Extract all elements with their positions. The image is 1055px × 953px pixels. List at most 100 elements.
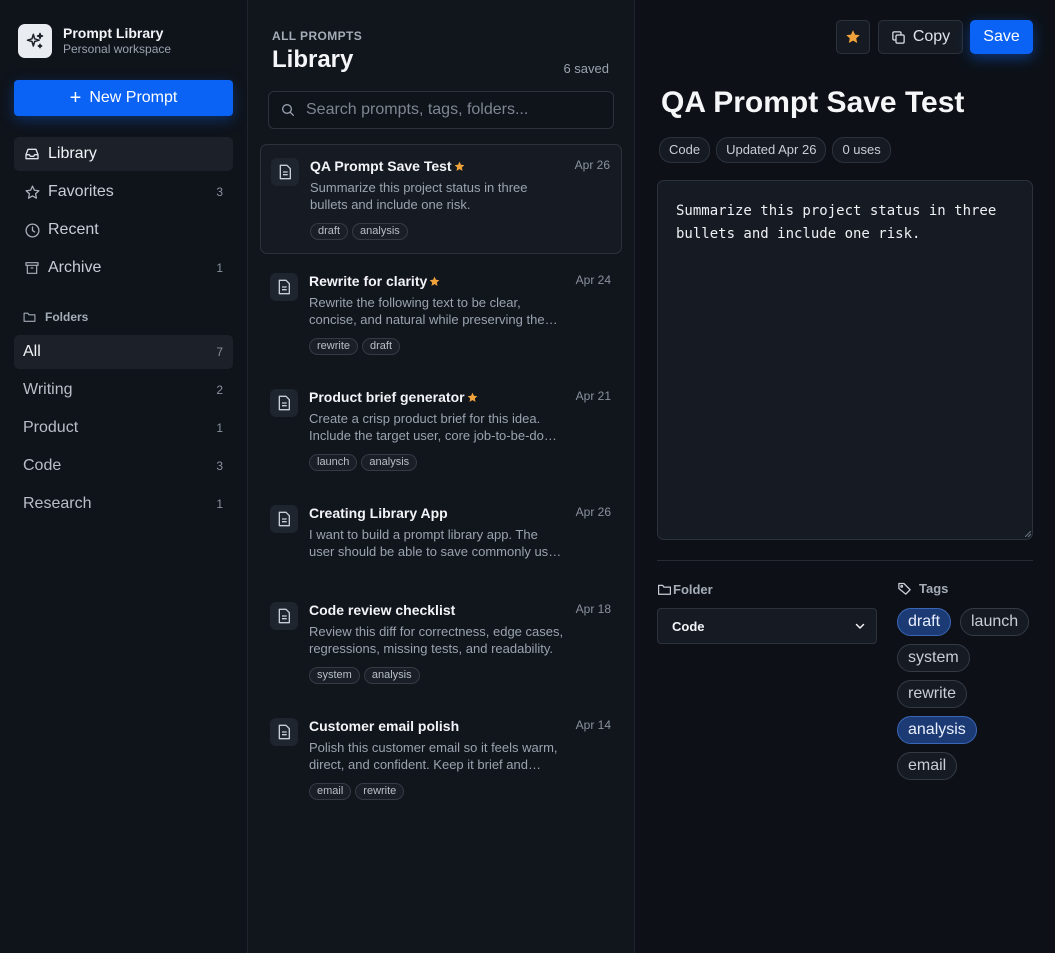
archive-icon bbox=[23, 259, 41, 277]
folder-item-writing[interactable]: Writing 2 bbox=[14, 373, 233, 407]
folder-item-research[interactable]: Research 1 bbox=[14, 487, 233, 521]
nav-item-label: Library bbox=[48, 145, 97, 162]
tag-chip: rewrite bbox=[355, 783, 405, 800]
clock-icon bbox=[23, 221, 41, 239]
tag-toggle-rewrite[interactable]: rewrite bbox=[897, 680, 968, 708]
tag-chip: draft bbox=[362, 338, 401, 355]
tag-toggle-email[interactable]: email bbox=[897, 752, 958, 780]
folder-icon bbox=[657, 583, 672, 596]
prompt-card-title-row: Rewrite for clarity bbox=[309, 273, 441, 289]
folder-item-all[interactable]: All 7 bbox=[14, 335, 233, 369]
folder-item-count: 1 bbox=[216, 497, 223, 511]
folder-field-label-text: Folder bbox=[673, 582, 713, 597]
nav-item-count: 3 bbox=[216, 185, 223, 199]
list-title: Library bbox=[272, 46, 354, 73]
prompt-card-date: Apr 26 bbox=[575, 505, 611, 519]
tag-toggle-launch[interactable]: launch bbox=[960, 608, 1030, 636]
inbox-icon bbox=[23, 145, 41, 163]
tag-chip: analysis bbox=[361, 454, 418, 471]
document-icon bbox=[270, 602, 298, 630]
folders-heading-label: Folders bbox=[45, 310, 89, 324]
primary-nav: Library Favorites 3 Recent Archive 1 bbox=[14, 137, 233, 289]
prompt-body-editor[interactable]: Summarize this project status in three b… bbox=[657, 180, 1033, 540]
document-icon bbox=[271, 158, 299, 186]
tag-toggle-system[interactable]: system bbox=[897, 644, 970, 672]
folder-list: All 7 Writing 2 Product 1 Code 3 Researc… bbox=[14, 335, 233, 525]
folder-item-label: Code bbox=[23, 457, 62, 474]
prompt-detail-pane: Copy Save QA Prompt Save Test Code Updat… bbox=[635, 0, 1055, 953]
updated-badge: Updated Apr 26 bbox=[716, 137, 827, 163]
favorite-star-icon bbox=[453, 160, 466, 173]
new-prompt-label: New Prompt bbox=[89, 89, 178, 106]
prompt-card[interactable]: Customer email polish Apr 14 Polish this c… bbox=[260, 705, 622, 815]
brand-name: Prompt Library bbox=[63, 25, 164, 41]
tag-chip: email bbox=[309, 783, 352, 800]
search-input[interactable] bbox=[306, 92, 613, 128]
prompt-card-title-row: Code review checklist bbox=[309, 602, 455, 618]
star-icon bbox=[23, 183, 41, 201]
prompt-card[interactable]: QA Prompt Save Test Apr 26 Summarize this … bbox=[260, 144, 622, 254]
uses-badge: 0 uses bbox=[832, 137, 891, 163]
save-button[interactable]: Save bbox=[970, 20, 1033, 54]
favorite-toggle-button[interactable] bbox=[836, 20, 870, 54]
search-icon bbox=[280, 102, 296, 118]
folder-select[interactable]: Code bbox=[657, 608, 877, 644]
prompt-card-preview: Rewrite the following text to be clear, … bbox=[309, 295, 545, 327]
divider bbox=[657, 560, 1033, 561]
copy-button[interactable]: Copy bbox=[878, 20, 963, 54]
nav-item-label: Archive bbox=[48, 259, 102, 276]
prompt-card-date: Apr 26 bbox=[574, 158, 610, 172]
list-kicker: ALL PROMPTS bbox=[272, 29, 363, 43]
tags-field-label: Tags bbox=[897, 581, 948, 596]
folder-item-label: Writing bbox=[23, 381, 73, 398]
nav-item-favorites[interactable]: Favorites 3 bbox=[14, 175, 233, 209]
tag-toggle-analysis[interactable]: analysis bbox=[897, 716, 977, 744]
tag-chip: analysis bbox=[352, 223, 408, 240]
prompt-card-title: Customer email polish bbox=[309, 718, 460, 734]
prompt-card[interactable]: Code review checklist Apr 18 Review this d… bbox=[260, 589, 622, 699]
nav-item-archive[interactable]: Archive 1 bbox=[14, 251, 233, 285]
prompt-card-preview: Summarize this project status in three b… bbox=[310, 180, 528, 212]
document-icon bbox=[270, 718, 298, 746]
prompt-card[interactable]: Product brief generator Apr 21 Create a cr… bbox=[260, 376, 622, 486]
folder-item-label: Research bbox=[23, 495, 92, 512]
prompt-card-date: Apr 14 bbox=[575, 718, 611, 732]
folder-item-product[interactable]: Product 1 bbox=[14, 411, 233, 445]
prompt-card-tags: draft analysis bbox=[310, 223, 412, 240]
prompt-meta: Code Updated Apr 26 0 uses bbox=[659, 137, 897, 163]
prompt-card[interactable]: Rewrite for clarity Apr 24 Rewrite the fol… bbox=[260, 260, 622, 370]
plus-icon: + bbox=[69, 87, 82, 109]
sidebar: Prompt Library Personal workspace + New … bbox=[0, 0, 248, 953]
prompt-card-preview: Review this diff for correctness, edge c… bbox=[309, 624, 564, 656]
prompt-card[interactable]: Creating Library App Apr 26 I want to buil… bbox=[260, 492, 622, 602]
prompt-card-tags: launch analysis bbox=[309, 454, 421, 471]
tag-toggle-draft[interactable]: draft bbox=[897, 608, 952, 636]
new-prompt-button[interactable]: + New Prompt bbox=[14, 80, 233, 116]
prompt-card-date: Apr 24 bbox=[575, 273, 611, 287]
brand: Prompt Library Personal workspace bbox=[18, 24, 171, 58]
prompt-card-date: Apr 18 bbox=[575, 602, 611, 616]
folder-item-code[interactable]: Code 3 bbox=[14, 449, 233, 483]
tag-chip: launch bbox=[309, 454, 358, 471]
prompt-card-title: Creating Library App bbox=[309, 505, 448, 521]
nav-item-recent[interactable]: Recent bbox=[14, 213, 233, 247]
document-icon bbox=[270, 389, 298, 417]
prompt-card-title-row: Product brief generator bbox=[309, 389, 479, 405]
star-filled-icon bbox=[844, 28, 862, 46]
prompt-title[interactable]: QA Prompt Save Test bbox=[661, 86, 964, 120]
nav-item-library[interactable]: Library bbox=[14, 137, 233, 171]
tag-icon bbox=[897, 581, 912, 596]
folders-heading: Folders bbox=[23, 310, 88, 324]
saved-count: 6 saved bbox=[563, 61, 609, 76]
tag-chip: analysis bbox=[363, 667, 420, 684]
prompt-card-title: QA Prompt Save Test bbox=[310, 158, 452, 174]
folder-icon bbox=[23, 311, 36, 323]
resize-handle-icon[interactable] bbox=[1025, 531, 1031, 537]
tags-field-label-text: Tags bbox=[919, 581, 949, 596]
tag-chip: rewrite bbox=[309, 338, 359, 355]
sparkles-icon bbox=[18, 24, 52, 58]
prompt-card-date: Apr 21 bbox=[575, 389, 611, 403]
folder-item-count: 2 bbox=[216, 383, 223, 397]
prompt-card-preview: I want to build a prompt library app. Th… bbox=[309, 527, 563, 559]
nav-item-label: Recent bbox=[48, 221, 99, 238]
